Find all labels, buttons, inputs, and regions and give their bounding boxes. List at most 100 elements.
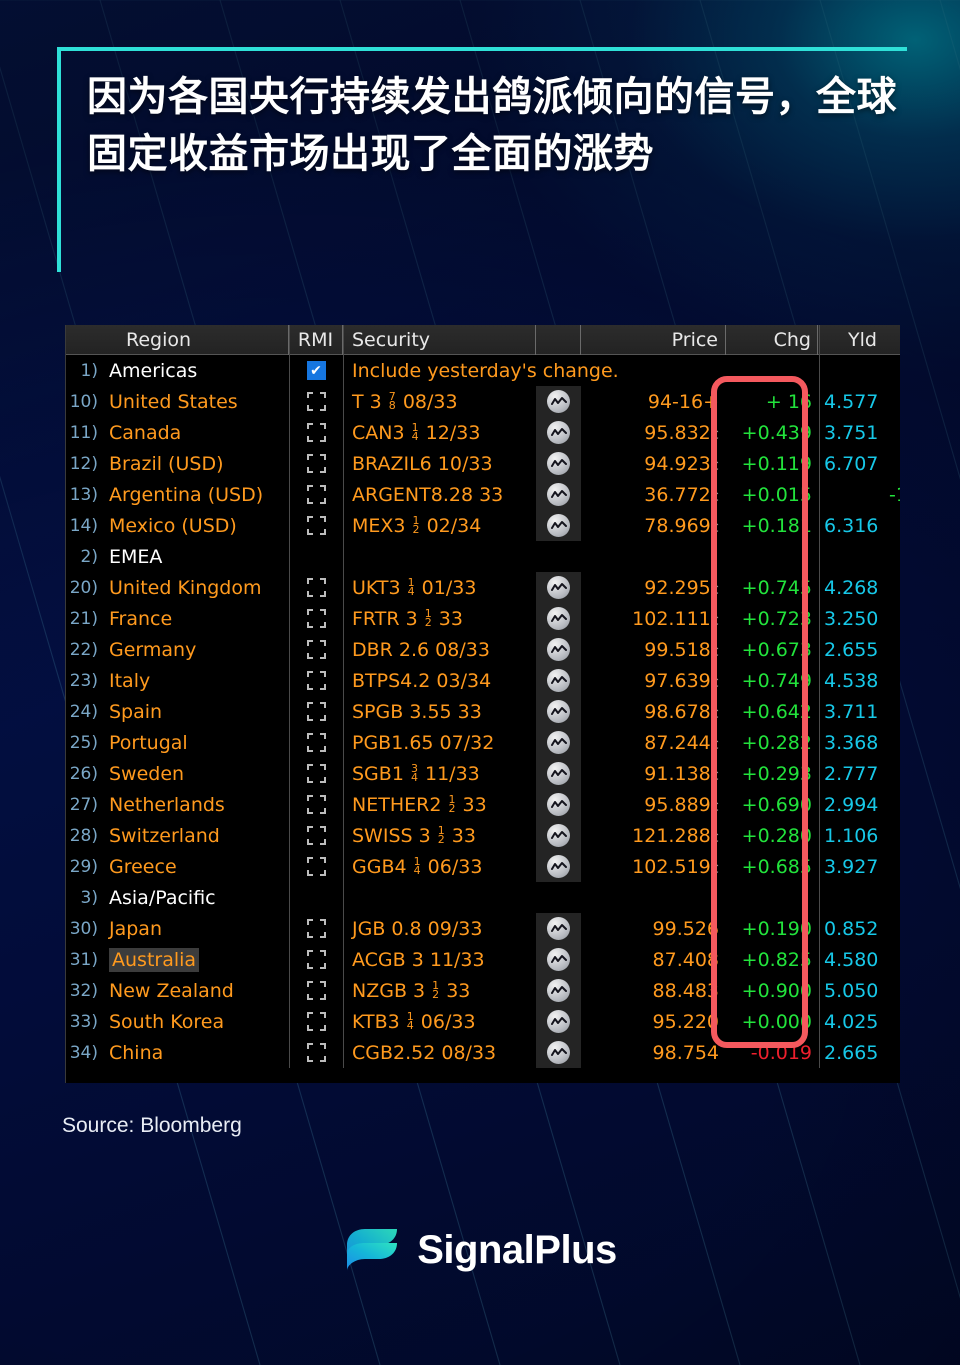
security-cell[interactable]: PGB1.65 07/32 xyxy=(343,732,536,754)
chart-launch-cell[interactable] xyxy=(536,634,581,665)
country-cell[interactable]: South Korea xyxy=(102,1011,289,1033)
chart-icon-cell[interactable] xyxy=(536,696,581,727)
section-header-row[interactable]: 3) Asia/Pacific xyxy=(66,882,900,913)
table-row[interactable]: 34) China CGB2.52 08/33 98.754 -0.019 2.665 xyxy=(66,1037,900,1068)
chart-launch-cell[interactable] xyxy=(536,572,581,603)
chart-line-icon[interactable] xyxy=(547,576,570,599)
rmi-checkbox[interactable] xyxy=(289,1043,343,1062)
rmi-checkbox[interactable] xyxy=(289,454,343,473)
country-cell[interactable]: Argentina (USD) xyxy=(102,484,289,506)
rmi-checkbox[interactable] xyxy=(289,609,343,628)
chart-line-icon[interactable] xyxy=(547,421,570,444)
chart-line-icon[interactable] xyxy=(547,948,570,971)
unchecked-checkbox-icon[interactable] xyxy=(306,578,326,597)
chart-line-icon[interactable] xyxy=(547,979,570,1002)
chart-icon-cell[interactable] xyxy=(536,851,581,882)
rmi-checkbox[interactable] xyxy=(289,950,343,969)
security-cell[interactable]: UKT3 14 01/33 xyxy=(343,577,536,599)
security-cell[interactable]: GGB4 14 06/33 xyxy=(343,856,536,878)
chart-launch-cell[interactable] xyxy=(536,1006,581,1037)
security-cell[interactable]: CGB2.52 08/33 xyxy=(343,1042,536,1064)
unchecked-checkbox-icon[interactable] xyxy=(306,795,326,814)
chart-launch-cell[interactable] xyxy=(536,386,581,417)
rmi-checkbox[interactable] xyxy=(289,981,343,1000)
table-row[interactable]: 33) South Korea KTB3 14 06/33 95.220 +0.000 4… xyxy=(66,1006,900,1037)
security-cell[interactable]: NZGB 3 12 33 xyxy=(343,980,536,1002)
chart-launch-cell[interactable] xyxy=(536,975,581,1006)
chart-launch-cell[interactable] xyxy=(536,448,581,479)
chart-line-icon[interactable] xyxy=(547,452,570,475)
chart-launch-cell[interactable] xyxy=(536,820,581,851)
chart-line-icon[interactable] xyxy=(547,514,570,537)
unchecked-checkbox-icon[interactable] xyxy=(306,981,326,1000)
unchecked-checkbox-icon[interactable] xyxy=(306,950,326,969)
table-row[interactable]: 28) Switzerland SWISS 3 12 33 121.288c +0.28… xyxy=(66,820,900,851)
unchecked-checkbox-icon[interactable] xyxy=(306,919,326,938)
table-row[interactable]: 30) Japan JGB 0.8 09/33 99.526 +0.190 0.852 xyxy=(66,913,900,944)
table-row[interactable]: 14) Mexico (USD) MEX3 12 02/34 78.969c +0.18… xyxy=(66,510,900,541)
security-cell[interactable]: JGB 0.8 09/33 xyxy=(343,918,536,940)
security-cell[interactable]: SGB1 34 11/33 xyxy=(343,763,536,785)
rmi-checkbox[interactable] xyxy=(289,640,343,659)
rmi-checkbox[interactable] xyxy=(289,392,343,411)
chart-launch-cell[interactable] xyxy=(536,479,581,510)
table-row[interactable]: 21) France FRTR 3 12 33 102.111c +0.723 3.250 xyxy=(66,603,900,634)
chart-line-icon[interactable] xyxy=(547,1010,570,1033)
unchecked-checkbox-icon[interactable] xyxy=(306,454,326,473)
column-header-region[interactable]: Region xyxy=(102,325,289,355)
country-cell[interactable]: Mexico (USD) xyxy=(102,515,289,537)
chart-line-icon[interactable] xyxy=(547,731,570,754)
security-cell[interactable]: DBR 2.6 08/33 xyxy=(343,639,536,661)
chart-launch-cell[interactable] xyxy=(536,1037,581,1068)
chart-line-icon[interactable] xyxy=(547,1041,570,1064)
chart-launch-cell[interactable] xyxy=(536,851,581,882)
chart-icon-cell[interactable] xyxy=(536,820,581,851)
country-cell[interactable]: China xyxy=(102,1042,289,1064)
chart-line-icon[interactable] xyxy=(547,824,570,847)
country-cell[interactable]: New Zealand xyxy=(102,980,289,1002)
chart-launch-cell[interactable] xyxy=(536,913,581,944)
table-row[interactable]: 32) New Zealand NZGB 3 12 33 88.483 +0.900 5.… xyxy=(66,975,900,1006)
chart-icon-cell[interactable] xyxy=(536,944,581,975)
country-cell[interactable]: Greece xyxy=(102,856,289,878)
chart-icon-cell[interactable] xyxy=(536,1037,581,1068)
security-cell[interactable]: SPGB 3.55 33 xyxy=(343,701,536,723)
unchecked-checkbox-icon[interactable] xyxy=(306,609,326,628)
column-header-security[interactable]: Security xyxy=(343,325,536,355)
security-cell[interactable]: ACGB 3 11/33 xyxy=(343,949,536,971)
include-yesterday-checkbox[interactable]: ✔ xyxy=(289,361,343,380)
chart-launch-cell[interactable] xyxy=(536,603,581,634)
country-cell[interactable]: Japan xyxy=(102,918,289,940)
table-row[interactable]: 29) Greece GGB4 14 06/33 102.519c +0.685 3.92… xyxy=(66,851,900,882)
security-cell[interactable]: FRTR 3 12 33 xyxy=(343,608,536,630)
unchecked-checkbox-icon[interactable] xyxy=(306,640,326,659)
chart-launch-cell[interactable] xyxy=(536,944,581,975)
unchecked-checkbox-icon[interactable] xyxy=(306,485,326,504)
unchecked-checkbox-icon[interactable] xyxy=(306,516,326,535)
chart-icon-cell[interactable] xyxy=(536,634,581,665)
table-row[interactable]: 27) Netherlands NETHER2 12 33 95.889c +0.690… xyxy=(66,789,900,820)
security-cell[interactable]: ARGENT8.28 33 xyxy=(343,484,536,506)
chart-launch-cell[interactable] xyxy=(536,789,581,820)
security-cell[interactable]: CAN3 14 12/33 xyxy=(343,422,536,444)
rmi-checkbox[interactable] xyxy=(289,1012,343,1031)
chart-icon-cell[interactable] xyxy=(536,1006,581,1037)
rmi-checkbox[interactable] xyxy=(289,702,343,721)
security-cell[interactable]: NETHER2 12 33 xyxy=(343,794,536,816)
bloomberg-terminal-table[interactable]: Region RMI Security Price Chg Yld 1) Amer… xyxy=(65,325,900,1083)
country-cell[interactable]: Australia xyxy=(102,947,289,972)
table-row[interactable]: 10) United States T 3 78 08/33 94-16+ + 16 4.… xyxy=(66,386,900,417)
chart-icon-cell[interactable] xyxy=(536,665,581,696)
rmi-checkbox[interactable] xyxy=(289,578,343,597)
security-cell[interactable]: BTPS4.2 03/34 xyxy=(343,670,536,692)
rmi-checkbox[interactable] xyxy=(289,516,343,535)
security-cell[interactable]: SWISS 3 12 33 xyxy=(343,825,536,847)
chart-line-icon[interactable] xyxy=(547,793,570,816)
chart-line-icon[interactable] xyxy=(547,700,570,723)
table-row[interactable]: 24) Spain SPGB 3.55 33 98.678c +0.642 3.711 xyxy=(66,696,900,727)
rmi-checkbox[interactable] xyxy=(289,919,343,938)
chart-line-icon[interactable] xyxy=(547,917,570,940)
unchecked-checkbox-icon[interactable] xyxy=(306,764,326,783)
table-row[interactable]: 31) Australia ACGB 3 11/33 87.408 +0.825 4.58… xyxy=(66,944,900,975)
unchecked-checkbox-icon[interactable] xyxy=(306,733,326,752)
